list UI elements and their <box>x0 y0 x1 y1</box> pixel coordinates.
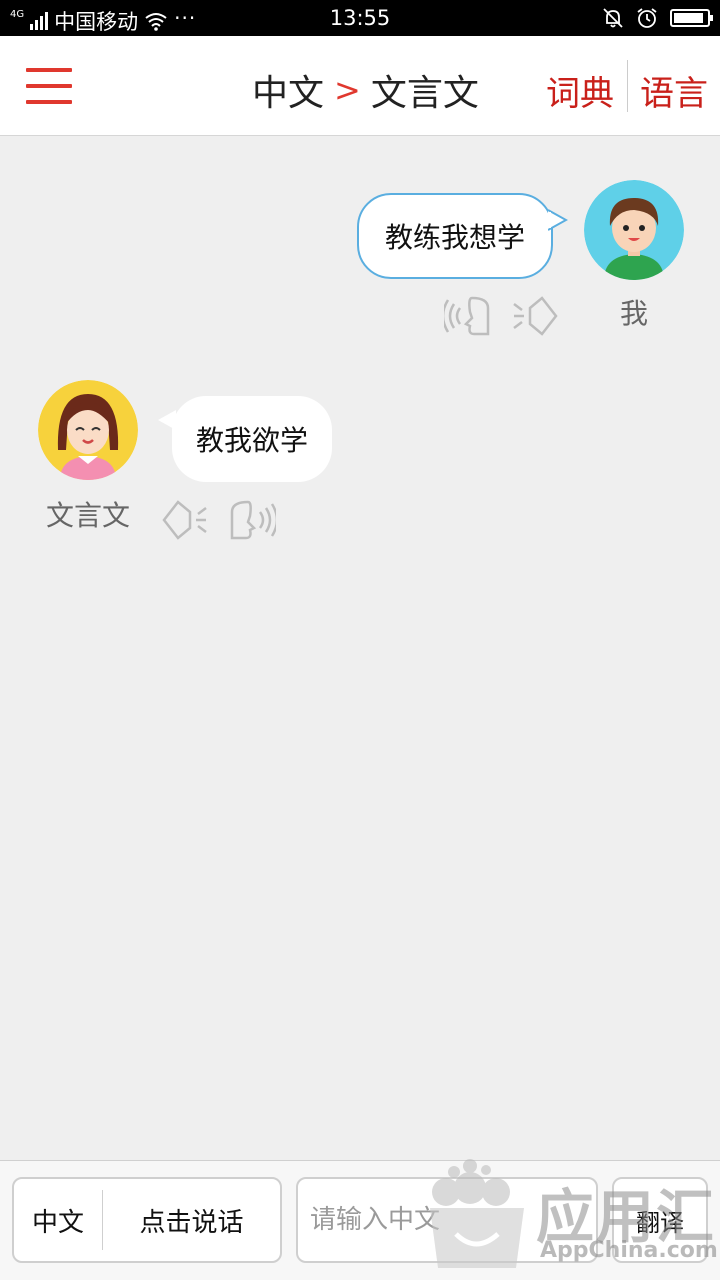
my-bubble-tail <box>548 209 568 231</box>
mic-wave-icon[interactable] <box>444 294 492 338</box>
target-language: 文言文 <box>370 73 479 114</box>
battery-level <box>674 13 704 23</box>
bot-avatar[interactable] <box>38 380 138 480</box>
alarm-icon <box>637 8 657 28</box>
bot-name-label: 文言文 <box>45 499 130 532</box>
arrow-icon: > <box>334 71 361 109</box>
bot-message-text: 教我欲学 <box>195 424 308 457</box>
my-name-label: 我 <box>619 297 648 330</box>
menu-button[interactable] <box>26 68 72 106</box>
language-button[interactable]: 语言 <box>640 66 708 115</box>
my-message-bubble[interactable]: 教练我想学 <box>357 193 553 279</box>
watermark-url: AppChina.com <box>540 1238 718 1263</box>
hamburger-menu-icon <box>26 68 72 72</box>
speaker-icon[interactable] <box>160 498 208 542</box>
girl-avatar-icon <box>38 380 138 480</box>
header-divider <box>627 60 628 112</box>
my-message-text: 教练我想学 <box>384 221 525 254</box>
battery-icon <box>670 9 713 27</box>
bot-message-bubble[interactable]: 教我欲学 <box>172 396 332 482</box>
silent-bell-icon <box>603 8 623 28</box>
language-pair[interactable]: 中文 > 文言文 <box>252 64 479 116</box>
source-language: 中文 <box>252 73 325 114</box>
dictionary-button[interactable]: 词典 <box>546 66 614 115</box>
appchina-logo-icon <box>430 1159 524 1268</box>
top-header: 中文 > 文言文 词典 语言 <box>0 36 720 136</box>
app-screen: 4G 中国移动 ··· 13:55 中文 > 文言文 词典 语言 教练我想学 我… <box>0 0 720 1280</box>
mic-wave-icon[interactable] <box>228 498 276 542</box>
speaker-icon[interactable] <box>512 294 560 338</box>
source-language-toggle[interactable]: 中文 <box>14 1202 102 1239</box>
my-avatar[interactable] <box>584 180 684 280</box>
bot-bubble-tail <box>158 410 176 430</box>
tap-to-speak-button[interactable]: 点击说话 <box>103 1202 280 1239</box>
boy-avatar-icon <box>584 180 684 280</box>
status-bar: 4G 中国移动 ··· 13:55 <box>0 0 720 36</box>
voice-input-box: 中文 点击说话 <box>12 1177 282 1263</box>
status-right <box>602 7 713 29</box>
